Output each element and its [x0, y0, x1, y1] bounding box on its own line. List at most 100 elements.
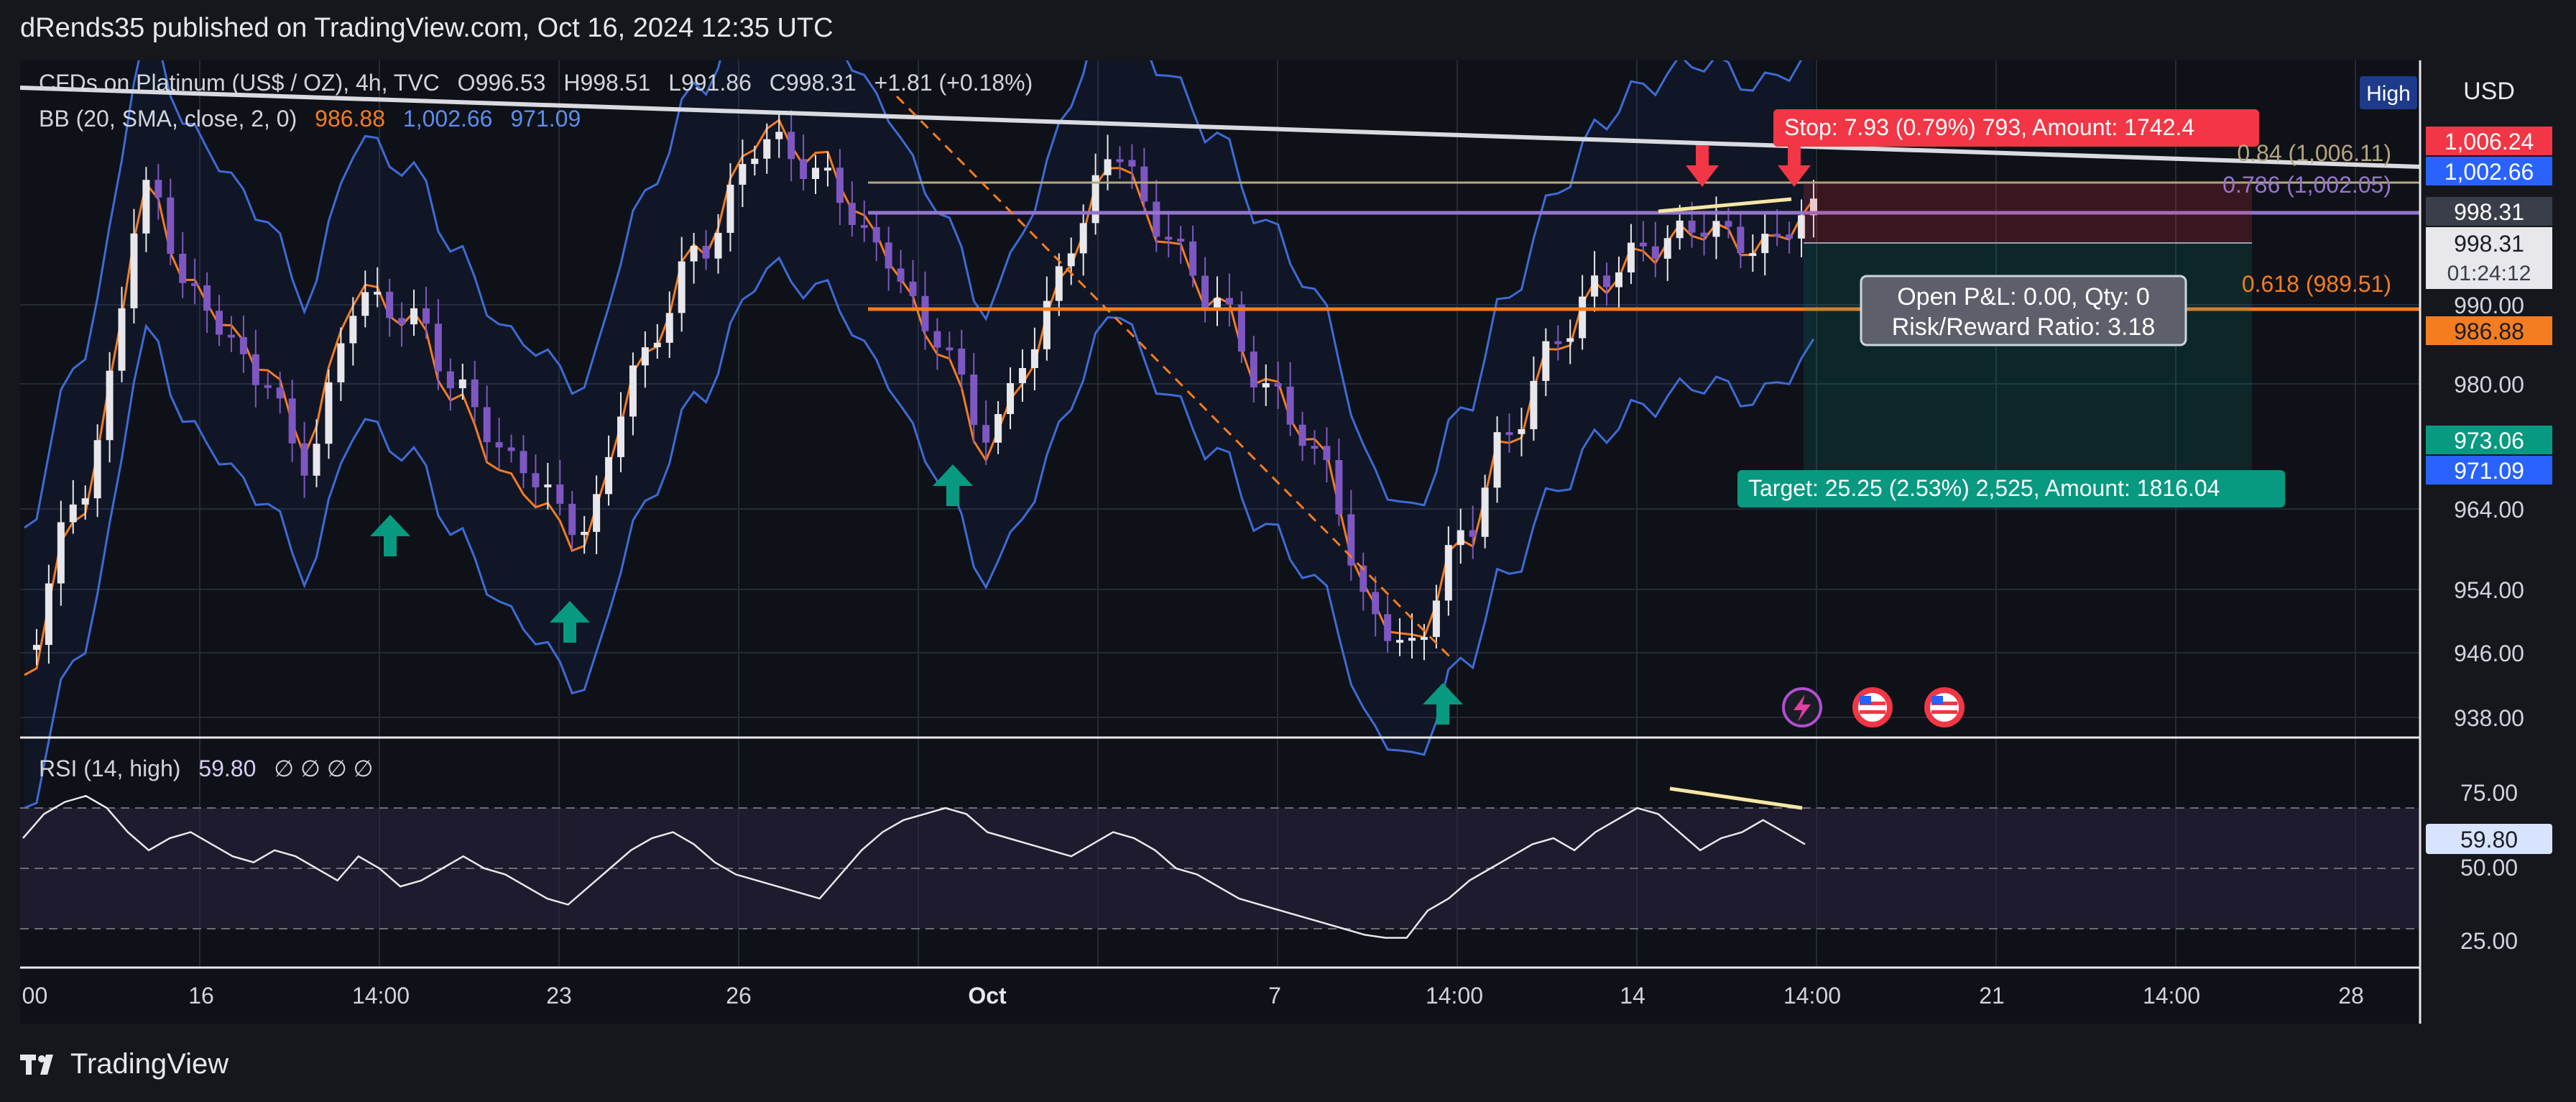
candle-body: [1214, 298, 1221, 308]
brand[interactable]: TradingView: [20, 1048, 228, 1080]
candle-body: [1372, 592, 1380, 615]
chart-area[interactable]: Stop: 7.93 (0.79%) 793, Amount: 1742.4 T…: [16, 0, 2557, 1024]
rsi-tick: 50.00: [2460, 855, 2518, 881]
candle-body: [1712, 221, 1720, 237]
candle-body: [1250, 352, 1257, 387]
candle-body: [605, 456, 613, 495]
brand-name: TradingView: [70, 1048, 229, 1080]
bb-lower: 971.09: [510, 106, 581, 132]
candle-body: [593, 494, 601, 532]
candle-body: [1116, 159, 1124, 162]
bb-label: BB (20, SMA, close, 2, 0): [39, 106, 297, 132]
time-tick: 26: [726, 983, 752, 1009]
time-tick: 28: [2338, 983, 2364, 1009]
rsi-label: RSI (14, high): [39, 756, 180, 781]
rsi-value-legend: 59.80: [198, 756, 256, 781]
candle-body: [446, 371, 454, 389]
candle-body: [726, 184, 734, 233]
candle-body: [1688, 220, 1696, 233]
divergence-line-rsi[interactable]: [1669, 786, 1803, 810]
time-tick: 14: [1620, 983, 1645, 1009]
time-tick: 7: [1268, 983, 1281, 1009]
candle-body: [422, 308, 430, 324]
countdown-text: 01:24:12: [2447, 262, 2531, 285]
candle-body: [118, 308, 126, 371]
candle-body: [154, 180, 162, 198]
instrument-title: CFDs on Platinum (US$ / OZ), 4h, TVC: [39, 70, 440, 96]
candle-body: [1274, 382, 1282, 387]
candle-body: [81, 498, 89, 505]
candle-body: [495, 442, 503, 448]
candle-body: [361, 292, 369, 316]
price-badge-text: 998.31: [2454, 199, 2524, 225]
candle-body: [678, 261, 685, 313]
candle-body: [216, 311, 223, 335]
footer: TradingView: [0, 1024, 2576, 1102]
candle-body: [1469, 530, 1477, 537]
ohlc-high: H998.51: [563, 70, 650, 96]
rr-label: Risk/Reward Ratio: 3.18: [1892, 313, 2156, 341]
candle-body: [337, 343, 345, 382]
candle-body: [1384, 614, 1392, 641]
candle-body: [653, 342, 661, 348]
candle-body: [1676, 220, 1684, 239]
flash-icon[interactable]: [1782, 687, 1822, 727]
candle-body: [739, 164, 747, 185]
candle-body: [812, 167, 820, 179]
candle-body: [1189, 241, 1197, 276]
currency-label[interactable]: USD: [2463, 78, 2515, 105]
candle-body: [1286, 386, 1294, 425]
candle-body: [702, 246, 710, 259]
time-tick: 16: [188, 983, 214, 1009]
price-tick: 946.00: [2454, 640, 2524, 666]
candle-body: [1737, 226, 1745, 254]
candle-body: [860, 224, 868, 228]
candle-body: [933, 331, 941, 348]
candle-body: [1201, 275, 1209, 308]
candle-body: [958, 348, 966, 375]
candle-body: [1298, 424, 1306, 446]
candle-body: [1067, 253, 1075, 267]
price-badge-text: 973.06: [2454, 428, 2524, 454]
candle-body: [800, 159, 808, 179]
candle-body: [106, 370, 114, 441]
candle-body: [1663, 238, 1671, 259]
candle-body: [617, 416, 624, 457]
candle-body: [32, 645, 40, 650]
ohlc-low: L991.86: [668, 70, 752, 96]
candle-body: [982, 425, 990, 443]
candle-body: [203, 285, 211, 311]
candle-body: [556, 484, 564, 504]
candle-body: [1725, 221, 1732, 227]
candle-body: [690, 246, 698, 262]
candle-body: [507, 447, 515, 451]
candle-body: [251, 354, 259, 385]
candle-body: [1140, 166, 1148, 202]
candle-body: [1505, 432, 1513, 436]
candle-body: [1408, 638, 1416, 641]
bb-legend[interactable]: BB (20, SMA, close, 2, 0) 986.88 1,002.6…: [39, 106, 581, 132]
price-tick: 938.00: [2454, 705, 2524, 731]
candle-body: [1225, 298, 1233, 305]
candle-body: [1456, 530, 1464, 546]
time-axis[interactable]: :00 16 14:00 23 26 Oct 7 14:00 14 14:00 …: [16, 983, 2364, 1009]
last-price-text: 998.31: [2454, 231, 2524, 257]
candle-body: [300, 443, 308, 476]
candle-body: [93, 440, 101, 499]
up-arrow-icon[interactable]: [370, 515, 410, 556]
candle-body: [1128, 160, 1136, 167]
ohlc-change: +1.81 (+0.18%): [874, 70, 1033, 96]
us-flag-icon[interactable]: [1852, 687, 1893, 727]
stop-zone[interactable]: [1804, 183, 2252, 243]
price-badge-text: 1,006.24: [2445, 129, 2534, 155]
candle-body: [227, 334, 235, 338]
candle-body: [1627, 242, 1635, 272]
rsi-legend[interactable]: RSI (14, high) 59.80 ∅ ∅ ∅ ∅: [39, 756, 373, 781]
chart-svg[interactable]: Stop: 7.93 (0.79%) 793, Amount: 1742.4 T…: [16, 0, 2557, 1024]
time-tick: 21: [1979, 983, 2005, 1009]
candle-body: [57, 522, 65, 584]
bb-upper: 1,002.66: [403, 106, 493, 132]
us-flag-icon[interactable]: [1924, 687, 1965, 727]
price-tick: 980.00: [2454, 372, 2524, 398]
instrument-legend[interactable]: CFDs on Platinum (US$ / OZ), 4h, TVC O99…: [39, 70, 1033, 96]
